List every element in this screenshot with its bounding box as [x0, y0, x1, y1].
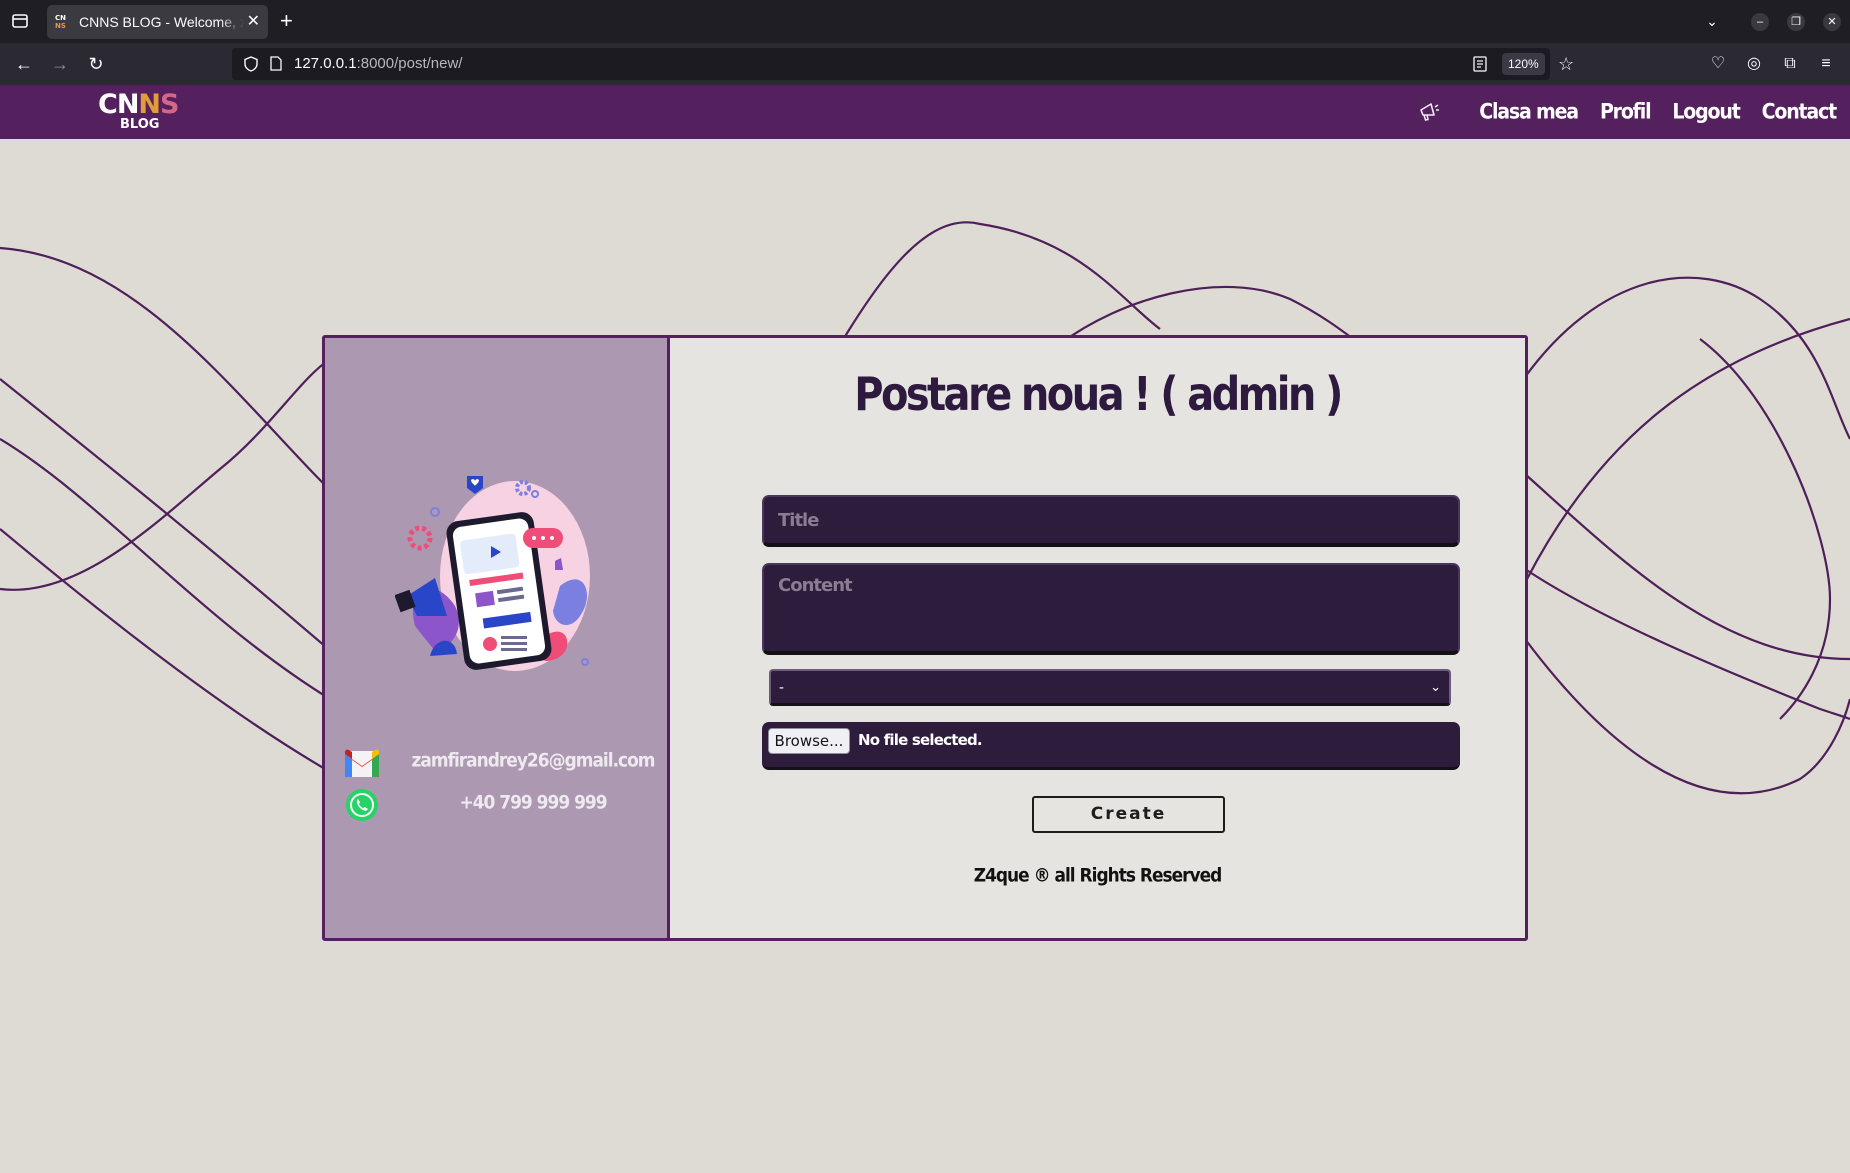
- favicon-icon: CN NS: [55, 14, 66, 30]
- reader-view-icon[interactable]: [1472, 56, 1488, 72]
- whatsapp-icon[interactable]: [343, 787, 381, 823]
- browser-toolbar: ← → ↻ 127.0.0.1:8000/post/new/ 120% ☆ ♡ …: [0, 43, 1850, 85]
- title-input[interactable]: [764, 497, 1458, 543]
- copyright-footer: Z4que ® all Rights Reserved: [973, 865, 1223, 887]
- extensions-icon[interactable]: ⧉: [1778, 52, 1802, 76]
- minimize-icon[interactable]: –: [1742, 12, 1778, 31]
- title-field[interactable]: [762, 495, 1460, 547]
- account-icon[interactable]: ◎: [1742, 52, 1766, 76]
- megaphone-icon[interactable]: [1417, 100, 1441, 124]
- nav-link-clasa-mea[interactable]: Clasa mea: [1479, 100, 1579, 125]
- contact-email[interactable]: zamfirandrey26@gmail.com: [403, 750, 663, 772]
- page-title: Postare noua ! ( admin ): [854, 368, 1343, 422]
- phone-marketing-illustration: [395, 476, 590, 671]
- back-arrow-icon[interactable]: ←: [12, 52, 36, 76]
- page-icon[interactable]: [270, 56, 282, 71]
- site-header: CNNS BLOG Clasa mea Profil Logout Contac…: [0, 85, 1850, 139]
- new-post-form: Postare noua ! ( admin ) - ⌄ Browse... N…: [670, 338, 1525, 938]
- gmail-icon[interactable]: [343, 745, 381, 781]
- nav-link-contact[interactable]: Contact: [1762, 100, 1838, 125]
- new-post-card: zamfirandrey26@gmail.com +40 799 999 999…: [322, 335, 1528, 941]
- browser-tab[interactable]: CN NS CNNS BLOG - Welcome, z ✕: [47, 5, 268, 39]
- url-text[interactable]: 127.0.0.1:8000/post/new/: [294, 55, 462, 72]
- tab-title: CNNS BLOG - Welcome, z: [79, 14, 244, 30]
- site-logo[interactable]: CNNS BLOG: [98, 91, 180, 133]
- plus-icon[interactable]: +: [280, 9, 293, 33]
- close-icon[interactable]: ✕: [247, 12, 260, 32]
- category-select-value: -: [779, 679, 784, 696]
- forward-arrow-icon[interactable]: →: [48, 52, 72, 76]
- contact-panel: zamfirandrey26@gmail.com +40 799 999 999: [325, 338, 670, 938]
- category-select[interactable]: - ⌄: [769, 669, 1451, 706]
- nav-link-profil[interactable]: Profil: [1600, 100, 1652, 125]
- contact-email-row: zamfirandrey26@gmail.com: [343, 743, 663, 783]
- nav-link-logout[interactable]: Logout: [1672, 100, 1740, 125]
- address-bar[interactable]: 127.0.0.1:8000/post/new/ 120% ☆: [232, 48, 1574, 80]
- tab-list-icon[interactable]: [10, 11, 30, 31]
- content-input[interactable]: [764, 565, 1458, 651]
- close-window-icon[interactable]: ✕: [1814, 12, 1850, 31]
- image-file-input[interactable]: Browse... No file selected.: [762, 722, 1460, 770]
- contact-phone-row: +40 799 999 999: [343, 785, 663, 825]
- contact-phone[interactable]: +40 799 999 999: [403, 792, 663, 814]
- chevron-down-icon[interactable]: ⌄: [1682, 13, 1742, 30]
- create-button[interactable]: Create: [1032, 796, 1225, 833]
- content-field[interactable]: [762, 563, 1460, 655]
- browser-tab-bar: CN NS CNNS BLOG - Welcome, z ✕ + ⌄ – ❐ ✕: [0, 0, 1850, 43]
- site-nav: Clasa mea Profil Logout Contact: [1417, 85, 1838, 139]
- menu-icon[interactable]: ≡: [1814, 52, 1838, 76]
- pocket-icon[interactable]: ♡: [1706, 52, 1730, 76]
- file-status: No file selected.: [858, 731, 983, 749]
- chevron-down-icon: ⌄: [1430, 679, 1441, 694]
- browse-button[interactable]: Browse...: [768, 728, 850, 754]
- window-controls: ⌄ – ❐ ✕: [1682, 0, 1850, 43]
- shield-icon[interactable]: [244, 56, 258, 72]
- star-icon[interactable]: ☆: [1558, 54, 1574, 74]
- zoom-level-badge[interactable]: 120%: [1502, 53, 1545, 75]
- restore-icon[interactable]: ❐: [1778, 12, 1814, 31]
- reload-icon[interactable]: ↻: [84, 52, 108, 76]
